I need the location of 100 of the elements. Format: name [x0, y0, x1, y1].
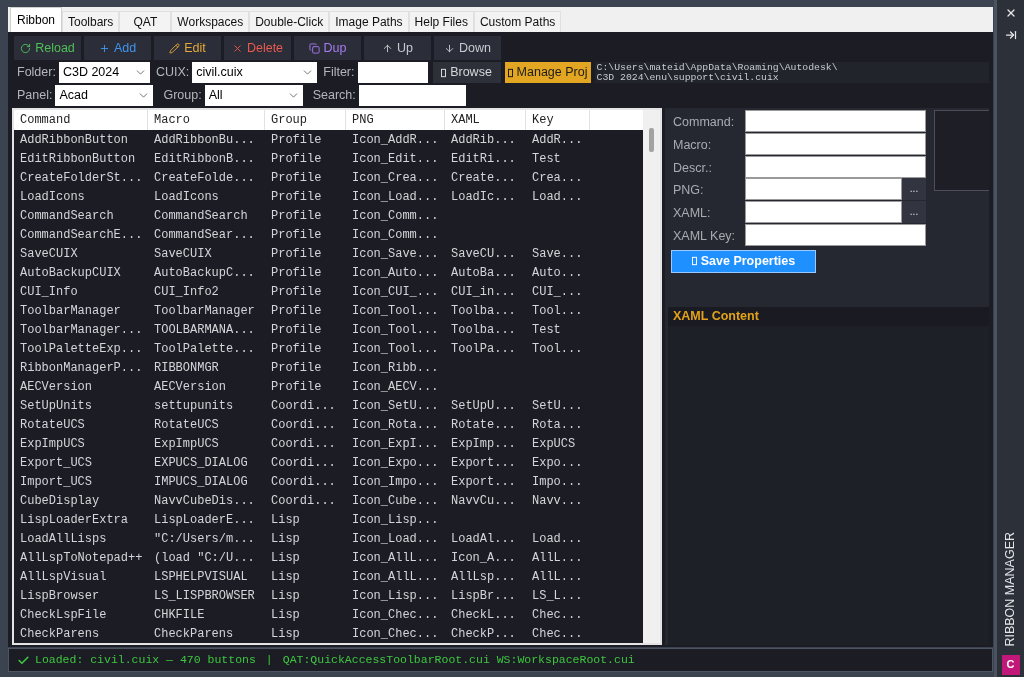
table-cell: LoadAl...	[451, 531, 516, 546]
table-cell: Lisp	[271, 531, 300, 546]
move-down-button[interactable]: Down	[434, 36, 501, 60]
browse-button[interactable]: Browse	[432, 62, 501, 83]
scrollbar-thumb[interactable]	[649, 128, 654, 152]
table-cell: Lisp	[271, 550, 300, 565]
table-cell: RotateUCS	[20, 417, 85, 432]
table-cell: ExpImpUCS	[154, 436, 219, 451]
table-cell: Icon_Tool...	[352, 322, 439, 337]
table-cell: Profile	[271, 170, 322, 185]
field-label: Folder:	[17, 64, 56, 82]
table-cell: Icon_Chec...	[352, 607, 439, 622]
table-cell: Create...	[451, 170, 516, 185]
table-cell: CreateFolde...	[154, 170, 255, 185]
field-label: XAML:	[673, 206, 711, 221]
tab[interactable]: Double-Click	[249, 11, 330, 32]
dropdown-select[interactable]: civil.cuix	[192, 62, 318, 83]
file-path-field[interactable]	[745, 178, 902, 201]
table-cell: Lisp	[271, 512, 300, 527]
file-path-field[interactable]	[745, 201, 902, 224]
table-cell: Icon_CUI_...	[352, 284, 439, 299]
table-cell: CheckL...	[451, 607, 516, 622]
table-cell: SetU...	[532, 398, 583, 413]
table-cell: CheckParens	[20, 626, 100, 641]
dropdown-select[interactable]: Acad	[55, 85, 154, 106]
box-icon	[507, 67, 513, 78]
column-header[interactable]: Group	[265, 110, 346, 130]
tab[interactable]: Ribbon	[10, 7, 62, 32]
duplicate-button[interactable]: Dup	[294, 36, 361, 60]
table-cell: LoadIcons	[154, 189, 219, 204]
table-cell: AllL...	[532, 569, 583, 584]
table-cell: CUI_Info2	[154, 284, 219, 299]
delete-button[interactable]: Delete	[224, 36, 291, 60]
table-cell: CUI_in...	[451, 284, 516, 299]
table-cell: Icon_Impo...	[352, 474, 439, 489]
table-cell: ToolbarManager	[20, 303, 121, 318]
tab[interactable]: Workspaces	[171, 11, 250, 32]
table-cell: LS_L...	[532, 588, 583, 603]
table-cell: ToolPa...	[451, 341, 516, 356]
field-label: PNG:	[673, 183, 704, 198]
column-header[interactable]: Key	[526, 110, 590, 130]
table-cell: CheckP...	[451, 626, 516, 641]
field-label: Command:	[673, 115, 735, 129]
text-field[interactable]	[745, 132, 926, 155]
tab[interactable]: Custom Paths	[473, 11, 562, 32]
scrollbar[interactable]	[643, 110, 660, 643]
table-cell: SaveCUIX	[20, 246, 78, 261]
table-cell: RIBBONMGR	[154, 360, 219, 375]
table-cell: NavvCubeDis...	[154, 493, 255, 508]
browse-file-button[interactable]: ...	[902, 201, 926, 224]
status-separator: |	[265, 652, 273, 669]
arrow-to-line-icon[interactable]	[1004, 29, 1017, 41]
column-header[interactable]: PNG	[346, 110, 445, 130]
table-cell: Toolba...	[451, 322, 516, 337]
table-cell: Export...	[451, 455, 516, 470]
table-cell: AddRib...	[451, 132, 516, 147]
box-icon	[441, 67, 447, 78]
column-header[interactable]: XAML	[445, 110, 526, 130]
table-cell: RibbonManagerP...	[20, 360, 143, 375]
tab[interactable]: QAT	[119, 11, 172, 32]
table-cell: Profile	[271, 227, 322, 242]
browse-file-button[interactable]: ...	[902, 178, 926, 201]
text-field[interactable]	[357, 62, 428, 83]
table-cell: AllLsp...	[451, 569, 516, 584]
table-cell: AutoBackupCUIX	[20, 265, 121, 280]
dropdown-select[interactable]: C3D 2024	[58, 62, 150, 83]
dropdown-select[interactable]: All	[204, 85, 303, 106]
add-button[interactable]: Add	[84, 36, 151, 60]
table-cell: Lisp	[271, 588, 300, 603]
manage-project-button[interactable]: Manage Proj	[504, 62, 591, 83]
table-cell: LoadIc...	[451, 189, 516, 204]
table-cell: SaveCUIX	[154, 246, 212, 261]
text-field[interactable]	[358, 85, 466, 106]
tab[interactable]: Toolbars	[62, 11, 120, 32]
table-cell: settupunits	[154, 398, 234, 413]
table-cell: AutoBa...	[451, 265, 516, 280]
table-cell: Icon_SetU...	[352, 398, 439, 413]
table-cell: Icon_Crea...	[352, 170, 439, 185]
table-cell: Icon_A...	[451, 550, 516, 565]
tab[interactable]: Image Paths	[329, 11, 409, 32]
column-header[interactable]: Command	[14, 110, 148, 130]
table-cell: AECVersion	[20, 379, 92, 394]
status-message: Loaded: civil.cuix — 470 buttons	[35, 652, 256, 669]
table-cell: Coordi...	[271, 455, 336, 470]
table-cell: Export_UCS	[20, 455, 92, 470]
table-cell: LSPHELPVISUAL	[154, 569, 248, 584]
table-cell: Profile	[271, 265, 322, 280]
table-cell: AddRibbonButton	[20, 132, 129, 147]
text-field[interactable]	[745, 110, 926, 132]
tab[interactable]: Help Files	[408, 11, 474, 32]
reload-button[interactable]: Reload	[14, 36, 81, 60]
table-cell: CommandSearchE...	[20, 227, 143, 242]
edit-button[interactable]: Edit	[154, 36, 221, 60]
table-cell: Rotate...	[451, 417, 516, 432]
move-up-button[interactable]: Up	[364, 36, 431, 60]
table-cell: Toolba...	[451, 303, 516, 318]
x-icon	[231, 42, 243, 54]
text-field[interactable]	[745, 224, 926, 246]
text-field[interactable]	[745, 155, 926, 178]
column-header[interactable]: Macro	[148, 110, 265, 130]
